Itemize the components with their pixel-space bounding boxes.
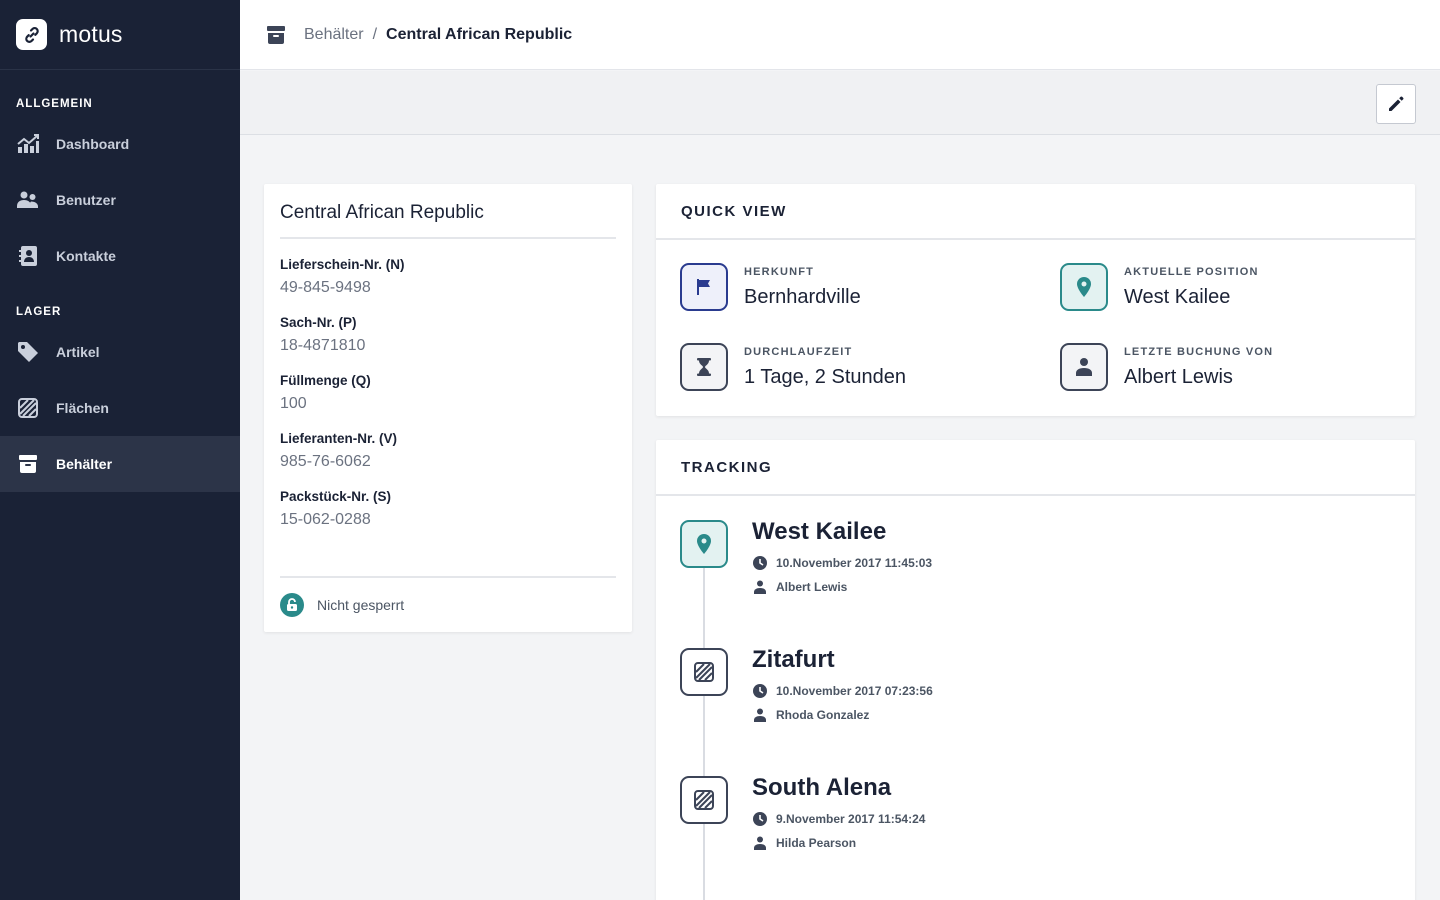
- pencil-icon: [1389, 96, 1404, 111]
- hatched-area-icon: [16, 396, 40, 420]
- qv-value: Albert Lewis: [1124, 365, 1233, 388]
- field-value: 985-76-6062: [280, 453, 371, 470]
- tag-icon: [16, 340, 40, 364]
- field-packstueck-nr: Packstück-Nr. (S) 15-062-0288: [280, 489, 616, 529]
- sidebar-item-artikel[interactable]: Artikel: [0, 324, 240, 380]
- qv-herkunft: HERKUNFT Bernhardville: [680, 263, 861, 311]
- sidebar-item-benutzer[interactable]: Benutzer: [0, 172, 240, 228]
- field-label: Lieferschein-Nr. (N): [280, 257, 405, 272]
- user-icon: [752, 707, 768, 723]
- sidebar-item-dashboard[interactable]: Dashboard: [0, 116, 240, 172]
- field-value: 15-062-0288: [280, 511, 371, 528]
- tracking-title: TRACKING: [656, 440, 1415, 496]
- sidebar-item-kontakte[interactable]: Kontakte: [0, 228, 240, 284]
- user-icon: [752, 835, 768, 851]
- sidebar-item-label: Flächen: [56, 400, 109, 416]
- timeline-place: Zitafurt: [752, 646, 835, 673]
- field-lieferschein: Lieferschein-Nr. (N) 49-845-9498: [280, 257, 616, 297]
- user-icon: [752, 579, 768, 595]
- qv-label: AKTUELLE POSITION: [1124, 265, 1259, 278]
- timeline-place: West Kailee: [752, 518, 887, 545]
- clock-icon: [752, 811, 768, 827]
- timeline-time: 10.November 2017 11:45:03: [776, 556, 933, 570]
- breadcrumb-parent-link[interactable]: Behälter: [304, 26, 364, 44]
- sidebar: motus ALLGEMEIN Dashboard Benutzer Konta…: [0, 0, 240, 900]
- sidebar-item-label: Artikel: [56, 344, 100, 360]
- qv-letzte-buchung: LETZTE BUCHUNG VON Albert Lewis: [1060, 343, 1273, 391]
- field-label: Sach-Nr. (P): [280, 315, 357, 330]
- sidebar-item-label: Dashboard: [56, 136, 130, 152]
- hatched-area-icon: [680, 648, 728, 696]
- field-value: 49-845-9498: [280, 279, 371, 296]
- lock-open-icon: [280, 593, 304, 617]
- sidebar-item-label: Behälter: [56, 456, 113, 472]
- user-icon: [1060, 343, 1108, 391]
- qv-label: DURCHLAUFZEIT: [744, 345, 853, 358]
- nav-section-lager: LAGER: [16, 306, 62, 318]
- toolbar: [240, 71, 1440, 135]
- lock-status: Nicht gesperrt: [280, 576, 616, 632]
- lock-status-text: Nicht gesperrt: [317, 597, 405, 613]
- motus-logo-icon: [16, 19, 47, 50]
- edit-button[interactable]: [1376, 84, 1416, 124]
- qv-label: HERKUNFT: [744, 265, 815, 278]
- field-sach-nr: Sach-Nr. (P) 18-4871810: [280, 315, 616, 355]
- timeline-place: South Alena: [752, 774, 892, 801]
- breadcrumb-current: Central African Republic: [386, 25, 573, 43]
- clock-icon: [752, 555, 768, 571]
- details-card: Central African Republic Lieferschein-Nr…: [264, 184, 632, 632]
- timeline-time: 10.November 2017 07:23:56: [776, 684, 933, 698]
- location-pin-icon: [680, 520, 728, 568]
- clock-icon: [752, 683, 768, 699]
- timeline-user: Albert Lewis: [776, 580, 848, 594]
- quick-view-card: QUICK VIEW HERKUNFT Bernhardville AKTUEL…: [656, 184, 1415, 416]
- address-book-icon: [16, 244, 40, 268]
- location-pin-icon: [1060, 263, 1108, 311]
- quick-view-title: QUICK VIEW: [656, 184, 1415, 240]
- tracking-card: TRACKING West Kailee 10.November 2017 11…: [656, 440, 1415, 900]
- users-icon: [16, 188, 40, 212]
- container-icon: [16, 452, 40, 476]
- breadcrumb-separator: /: [372, 25, 378, 43]
- field-label: Füllmenge (Q): [280, 373, 371, 388]
- qv-label: LETZTE BUCHUNG VON: [1124, 345, 1274, 358]
- timeline-time: 9.November 2017 11:54:24: [776, 812, 926, 826]
- field-fuellmenge: Füllmenge (Q) 100: [280, 373, 616, 413]
- field-label: Lieferanten-Nr. (V): [280, 431, 398, 446]
- container-icon: [264, 23, 288, 47]
- timeline-line: [703, 560, 705, 900]
- field-lieferanten-nr: Lieferanten-Nr. (V) 985-76-6062: [280, 431, 616, 471]
- qv-value: Bernhardville: [744, 285, 861, 308]
- qv-value: 1 Tage, 2 Stunden: [744, 365, 906, 388]
- sidebar-item-flaechen[interactable]: Flächen: [0, 380, 240, 436]
- brand[interactable]: motus: [0, 0, 240, 70]
- qv-aktuelle-position: AKTUELLE POSITION West Kailee: [1060, 263, 1259, 311]
- qv-value: West Kailee: [1124, 285, 1231, 308]
- field-label: Packstück-Nr. (S): [280, 489, 392, 504]
- details-title: Central African Republic: [280, 184, 616, 239]
- hatched-area-icon: [680, 776, 728, 824]
- nav-section-allgemein: ALLGEMEIN: [16, 98, 93, 110]
- sidebar-item-behaelter[interactable]: Behälter: [0, 436, 240, 492]
- timeline-user: Rhoda Gonzalez: [776, 708, 870, 722]
- sidebar-item-label: Benutzer: [56, 192, 116, 208]
- qv-durchlaufzeit: DURCHLAUFZEIT 1 Tage, 2 Stunden: [680, 343, 906, 391]
- timeline-user: Hilda Pearson: [776, 836, 857, 850]
- field-value: 18-4871810: [280, 337, 366, 354]
- brand-name: motus: [59, 21, 123, 47]
- flag-icon: [680, 263, 728, 311]
- chart-icon: [16, 132, 40, 156]
- header: Behälter / Central African Republic: [240, 0, 1440, 70]
- sidebar-item-label: Kontakte: [56, 248, 116, 264]
- field-value: 100: [280, 395, 307, 412]
- hourglass-icon: [680, 343, 728, 391]
